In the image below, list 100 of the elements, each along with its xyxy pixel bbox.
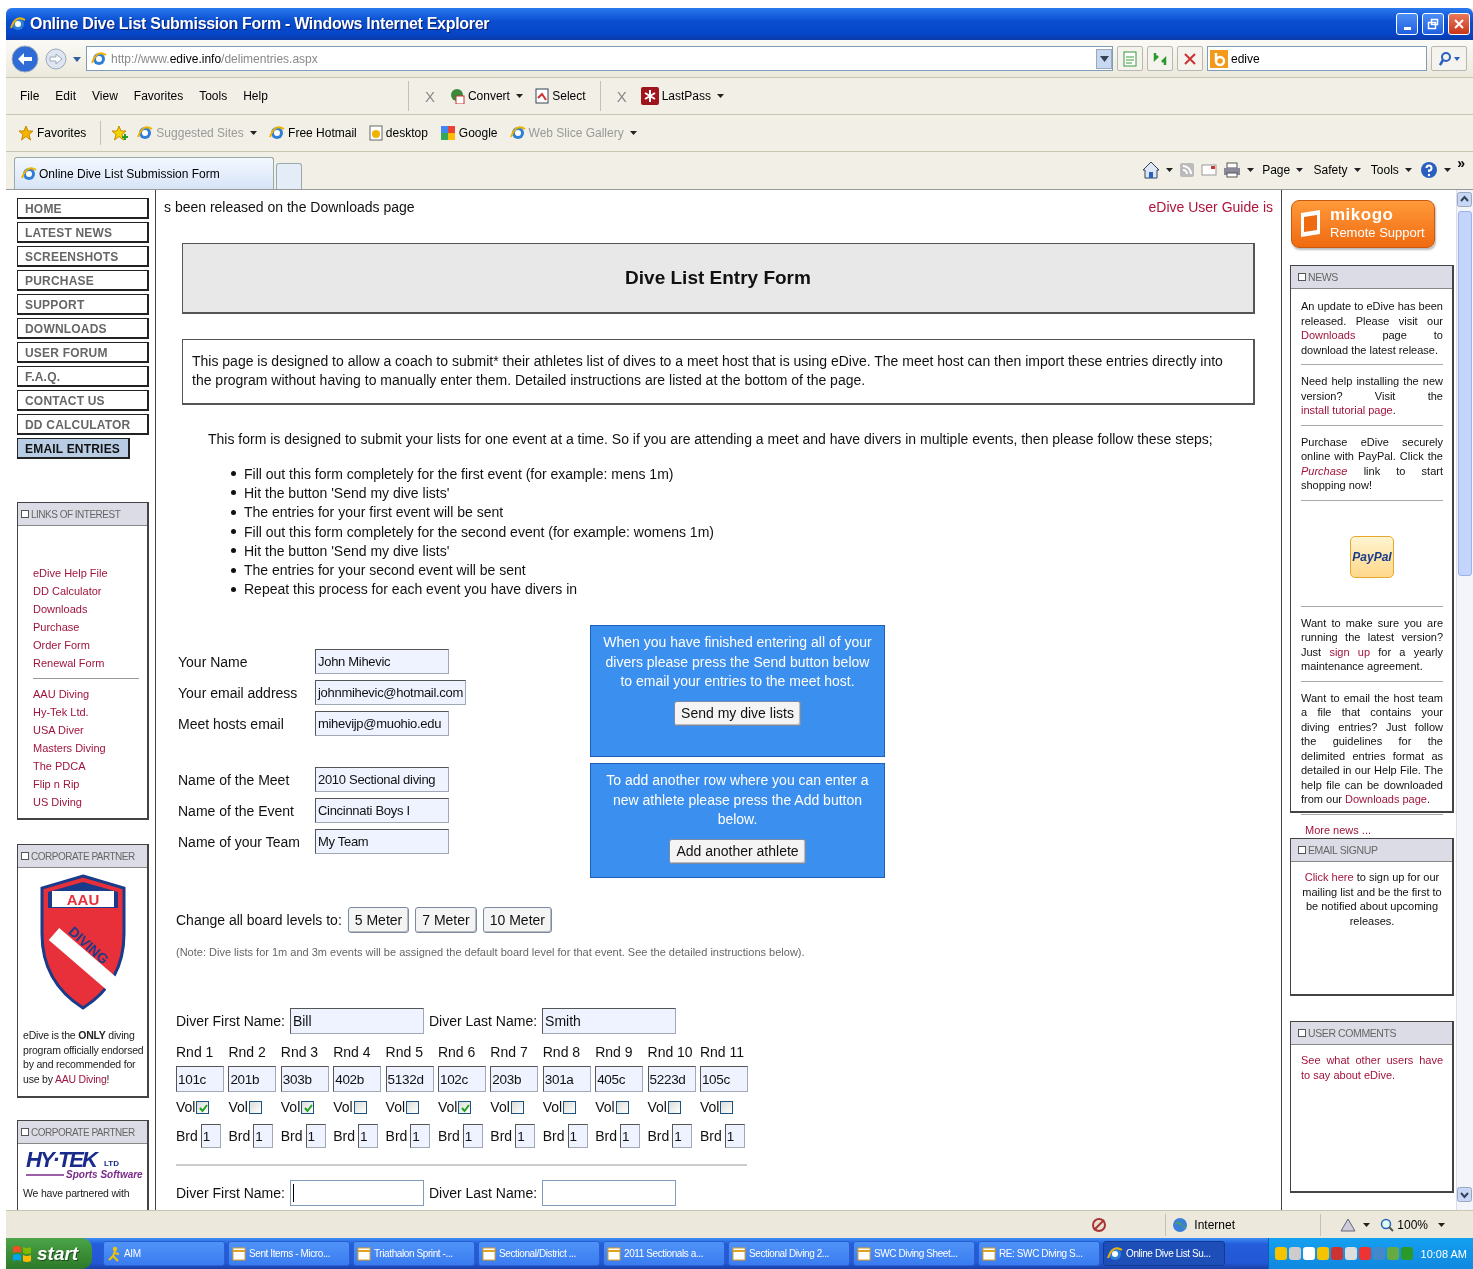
dive-field[interactable]: 105c (699, 1066, 748, 1093)
input-field[interactable]: Cincinnati Boys I (315, 798, 449, 824)
link[interactable]: Purchase (33, 618, 80, 636)
menu-item[interactable]: Edit (49, 86, 83, 106)
scroll-up-icon[interactable] (1457, 192, 1472, 207)
add-button[interactable]: Add another athlete (669, 838, 806, 865)
dive-field[interactable]: 102c (437, 1066, 486, 1093)
command-menu[interactable]: Safety (1311, 161, 1363, 179)
link[interactable]: install tutorial page (1301, 404, 1393, 416)
start-button[interactable]: start (6, 1238, 92, 1269)
favorites-link[interactable]: Free Hotmail (265, 123, 361, 143)
favorites-button[interactable]: Favorites (14, 123, 91, 143)
dive-field[interactable]: 402b (333, 1066, 382, 1093)
add-favorite-icon[interactable] (111, 125, 130, 141)
nav-link[interactable]: DOWNLOADS (17, 318, 149, 339)
menu-item[interactable]: Help (237, 86, 274, 106)
taskbar-button[interactable]: Sectional/District ... (478, 1241, 600, 1266)
link[interactable]: See what other users have to say about eDive. (1301, 1051, 1443, 1089)
favorites-link[interactable]: desktop (364, 123, 432, 143)
link[interactable]: Renewal Form (33, 654, 105, 672)
refresh-button[interactable] (1147, 46, 1173, 71)
input-field[interactable]: 2010 Sectional diving (315, 767, 449, 793)
stop-button[interactable] (1177, 46, 1203, 71)
send-button[interactable]: Send my dive lists (674, 700, 801, 727)
zoom-button[interactable]: 100% (1376, 1215, 1432, 1234)
taskbar-button[interactable]: 2011 Sectionals a... (603, 1241, 725, 1266)
dive-field[interactable]: 201b (228, 1066, 277, 1093)
link[interactable]: Hy-Tek Ltd. (33, 703, 89, 721)
help-icon[interactable] (1420, 161, 1439, 179)
checkbox[interactable] (720, 1100, 734, 1114)
restore-button[interactable] (1422, 13, 1444, 35)
checkbox[interactable] (196, 1100, 210, 1114)
menu-item[interactable]: File (14, 86, 46, 106)
nav-link[interactable]: SCREENSHOTS (17, 246, 149, 267)
printer-icon[interactable] (1223, 162, 1242, 178)
link[interactable]: DD Calculator (33, 582, 102, 600)
board-field[interactable]: 1 (253, 1124, 274, 1149)
checkbox[interactable] (458, 1100, 472, 1114)
link[interactable]: Flip n Rip (33, 775, 80, 793)
link[interactable]: Purchase (1301, 464, 1348, 477)
checkbox[interactable] (406, 1100, 420, 1114)
link[interactable]: Masters Diving (33, 739, 106, 757)
board-field[interactable]: 1 (462, 1124, 483, 1149)
input-field[interactable]: johnmihevic@hotmail.com (315, 680, 467, 706)
dive-field[interactable]: 405c (595, 1066, 644, 1093)
link[interactable]: Downloads page (1345, 793, 1427, 805)
toolbar-button[interactable]: Convert (444, 86, 528, 106)
more-button[interactable]: » (1457, 155, 1465, 171)
input-field[interactable]: My Team (315, 829, 449, 855)
nav-link[interactable]: PURCHASE (17, 270, 149, 291)
link[interactable]: US Diving (33, 793, 82, 811)
board-field[interactable]: 1 (724, 1124, 745, 1149)
board-field[interactable]: 1 (567, 1124, 588, 1149)
board-field[interactable]: 1 (515, 1124, 536, 1149)
input-field[interactable] (289, 1180, 424, 1207)
board-button[interactable]: 7 Meter (415, 907, 477, 934)
input-field[interactable]: Bill (289, 1008, 424, 1035)
scroll-thumb[interactable] (1458, 211, 1472, 576)
board-field[interactable]: 1 (357, 1124, 378, 1149)
nav-link[interactable]: EMAIL ENTRIES (17, 438, 130, 459)
command-menu[interactable]: Page (1260, 161, 1306, 179)
checkbox[interactable] (563, 1100, 577, 1114)
board-button[interactable]: 5 Meter (347, 907, 410, 934)
link[interactable]: Order Form (33, 636, 90, 654)
mail-icon[interactable] (1201, 163, 1218, 177)
nav-link[interactable]: HOME (17, 198, 149, 219)
nav-link[interactable]: SUPPORT (17, 294, 149, 315)
link[interactable]: AAU Diving (54, 1072, 107, 1085)
tray-icon[interactable] (1302, 1247, 1315, 1260)
board-field[interactable]: 1 (619, 1124, 640, 1149)
search-field[interactable]: edive (1207, 46, 1427, 71)
dive-field[interactable]: 5223d (647, 1066, 696, 1093)
checkbox[interactable] (510, 1100, 524, 1114)
link[interactable]: Click here (1304, 871, 1354, 883)
menu-item[interactable]: View (86, 86, 124, 106)
input-field[interactable] (542, 1180, 677, 1207)
toolbar-button[interactable]: LastPass (636, 85, 729, 107)
browser-tab[interactable]: Online Dive List Submission Form (14, 157, 274, 189)
input-field[interactable]: mihevijp@muohio.edu (315, 711, 449, 737)
back-icon[interactable] (10, 43, 40, 74)
address-field[interactable]: http://www.edive.info/delimentries.aspx (86, 46, 1113, 71)
input-field[interactable]: Smith (542, 1008, 677, 1035)
link[interactable]: Downloads (33, 600, 88, 618)
dive-field[interactable]: 303b (280, 1066, 329, 1093)
nav-link[interactable]: F.A.Q. (17, 366, 149, 387)
link[interactable]: The PDCA (33, 757, 86, 775)
link[interactable]: eDive Help File (33, 564, 108, 582)
checkbox[interactable] (301, 1100, 315, 1114)
minimize-button[interactable] (1396, 13, 1418, 35)
nav-link[interactable]: USER FORUM (17, 342, 149, 363)
dive-field[interactable]: 203b (490, 1066, 539, 1093)
taskbar-button[interactable]: Online Dive List Su... (1103, 1241, 1225, 1266)
input-field[interactable]: John Mihevic (315, 649, 449, 675)
protected-mode-icon[interactable] (1339, 1216, 1358, 1233)
checkbox[interactable] (668, 1100, 681, 1114)
board-field[interactable]: 1 (410, 1124, 431, 1149)
home-icon[interactable] (1142, 161, 1161, 179)
board-field[interactable]: 1 (672, 1124, 693, 1149)
checkbox[interactable] (248, 1100, 262, 1114)
board-field[interactable]: 1 (305, 1124, 326, 1149)
